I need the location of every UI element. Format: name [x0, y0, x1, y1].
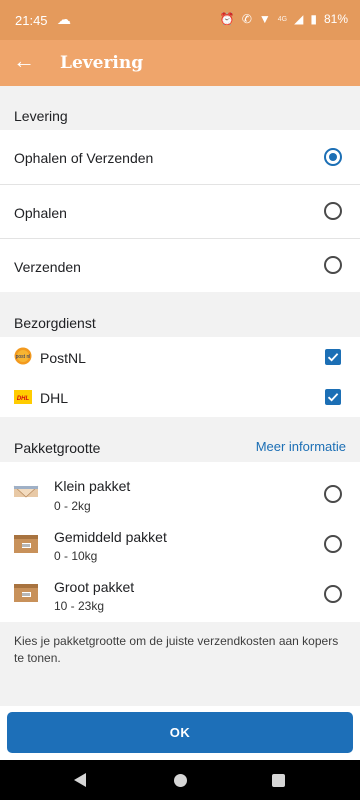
delivery-option-label: Verzenden	[14, 259, 81, 275]
nav-back-icon[interactable]	[74, 773, 86, 787]
carrier-name: DHL	[40, 390, 69, 406]
delivery-option-label: Ophalen of Verzenden	[14, 150, 154, 166]
postnl-logo: post nl	[14, 347, 32, 365]
ok-button[interactable]: OK	[7, 712, 353, 753]
radio-unselected[interactable]	[324, 202, 342, 220]
checkbox-checked[interactable]	[325, 389, 341, 405]
app-bar: ← Levering	[0, 40, 360, 86]
svg-text:DHL: DHL	[17, 396, 30, 402]
carrier-name: PostNL	[40, 350, 86, 366]
delivery-options: Ophalen of Verzenden Ophalen Verzenden	[0, 130, 360, 292]
carrier-list: post nl PostNL DHL DHL	[0, 337, 360, 417]
signal-icon: ◢	[294, 12, 304, 26]
battery-icon: ▮	[310, 12, 317, 26]
package-heading: Pakketgrootte	[14, 440, 101, 456]
delivery-option-pickup[interactable]: Ophalen	[0, 184, 360, 238]
package-title: Klein pakket	[54, 478, 131, 494]
package-title: Groot pakket	[54, 579, 135, 595]
alarm-icon: ⏰	[219, 12, 235, 26]
delivery-option-ship[interactable]: Verzenden	[0, 238, 360, 292]
box-package-icon	[13, 532, 39, 556]
package-list: Klein pakket 0 - 2kg Gemiddeld pakket 0 …	[0, 462, 360, 622]
package-weight-range: 0 - 2kg	[54, 499, 91, 513]
cloud-icon: ☁	[57, 11, 71, 27]
nav-home-icon[interactable]	[174, 774, 187, 787]
svg-text:post nl: post nl	[16, 354, 31, 360]
wifi-call-icon: ✆	[241, 12, 252, 26]
carrier-row-postnl[interactable]: post nl PostNL	[0, 337, 360, 377]
nav-recents-icon[interactable]	[272, 774, 285, 787]
delivery-option-label: Ophalen	[14, 205, 67, 221]
package-hint: Kies je pakketgrootte om de juiste verze…	[14, 634, 339, 665]
package-weight-range: 10 - 23kg	[54, 599, 105, 613]
package-row-large[interactable]: Groot pakket 10 - 23kg	[0, 564, 360, 614]
page-title: Levering	[60, 53, 144, 73]
network-type: 4G	[277, 15, 288, 23]
delivery-option-pickup-or-ship[interactable]: Ophalen of Verzenden	[0, 130, 360, 184]
checkbox-checked[interactable]	[325, 349, 341, 365]
package-row-small[interactable]: Klein pakket 0 - 2kg	[0, 462, 360, 514]
package-row-medium[interactable]: Gemiddeld pakket 0 - 10kg	[0, 514, 360, 564]
more-info-link[interactable]: Meer informatie	[256, 439, 346, 454]
radio-unselected[interactable]	[324, 585, 342, 603]
carrier-row-dhl[interactable]: DHL DHL	[0, 377, 360, 417]
status-bar: 21:45 ☁ ⏰ ✆ ▼ 4G ◢ ▮ 81%	[0, 0, 360, 40]
status-time: 21:45	[15, 13, 48, 28]
battery-percent: 81%	[323, 12, 348, 26]
box-package-icon	[13, 581, 39, 605]
radio-selected[interactable]	[324, 148, 342, 166]
arrow-left-icon[interactable]: ←	[12, 49, 36, 73]
carrier-heading: Bezorgdienst	[14, 315, 96, 331]
package-weight-range: 0 - 10kg	[54, 549, 98, 563]
radio-unselected[interactable]	[324, 256, 342, 274]
wifi-icon: ▼	[258, 12, 271, 26]
package-title: Gemiddeld pakket	[54, 529, 167, 545]
status-icons: ⏰ ✆ ▼ 4G ◢ ▮ 81%	[220, 12, 348, 26]
radio-unselected[interactable]	[324, 535, 342, 553]
dhl-logo: DHL	[14, 388, 32, 406]
radio-unselected[interactable]	[324, 485, 342, 503]
envelope-package-icon	[13, 480, 39, 504]
delivery-heading: Levering	[14, 108, 68, 124]
system-nav-bar	[0, 760, 360, 800]
